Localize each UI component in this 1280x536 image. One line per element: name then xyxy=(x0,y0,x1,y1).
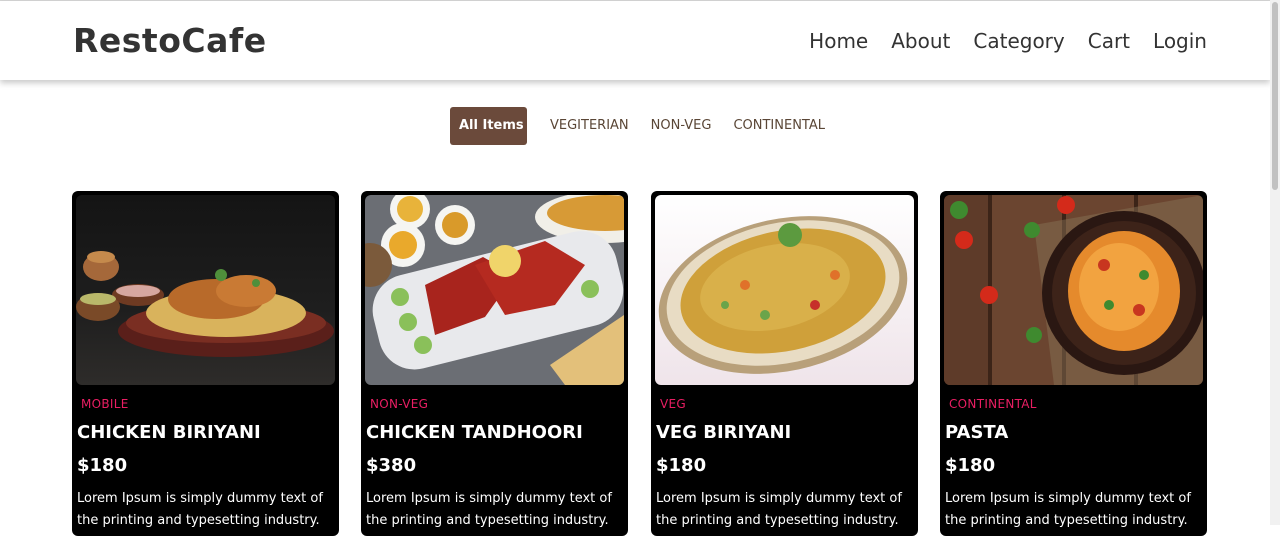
card-category-label: CONTINENTAL xyxy=(949,397,1037,411)
card-description: Lorem Ipsum is simply dummy text of the … xyxy=(945,491,1191,528)
card-price: $180 xyxy=(945,455,996,476)
card-category-label: VEG xyxy=(660,397,686,411)
page-scrollbar[interactable] xyxy=(1270,0,1280,525)
brand-logo[interactable]: RestoCafe xyxy=(73,21,267,60)
filter-vegiterian-button[interactable]: VEGITERIAN xyxy=(539,107,640,145)
veg-biriyani-image xyxy=(655,195,914,385)
pasta-image xyxy=(944,195,1203,385)
filter-continental-button[interactable]: CONTINENTAL xyxy=(722,107,836,145)
site-header: RestoCafe Home About Category Cart Login xyxy=(0,1,1270,80)
card-title: CHICKEN TANDHOORI xyxy=(366,422,583,443)
card-description: Lorem Ipsum is simply dummy text of the … xyxy=(77,491,323,528)
card-description: Lorem Ipsum is simply dummy text of the … xyxy=(656,491,902,528)
main-nav: Home About Category Cart Login xyxy=(809,29,1207,53)
menu-card[interactable]: VEG VEG BIRIYANI $180 Lorem Ipsum is sim… xyxy=(651,191,918,536)
filter-all-items-button[interactable]: All Items xyxy=(450,107,527,145)
nav-category-link[interactable]: Category xyxy=(973,29,1064,53)
card-title: CHICKEN BIRIYANI xyxy=(77,422,261,443)
chicken-tandhoori-image xyxy=(365,195,624,385)
nav-login-link[interactable]: Login xyxy=(1153,29,1207,53)
card-price: $180 xyxy=(656,455,707,476)
scrollbar-thumb[interactable] xyxy=(1272,2,1278,190)
card-price: $380 xyxy=(366,455,417,476)
menu-card[interactable]: CONTINENTAL PASTA $180 Lorem Ipsum is si… xyxy=(940,191,1207,536)
chicken-biriyani-image xyxy=(76,195,335,385)
nav-cart-link[interactable]: Cart xyxy=(1088,29,1130,53)
menu-card[interactable]: MOBILE CHICKEN BIRIYANI $180 Lorem Ipsum… xyxy=(72,191,339,536)
card-category-label: MOBILE xyxy=(81,397,129,411)
card-title: PASTA xyxy=(945,422,1009,443)
card-price: $180 xyxy=(77,455,128,476)
card-category-label: NON-VEG xyxy=(370,397,429,411)
category-filters: All Items VEGITERIAN NON-VEG CONTINENTAL xyxy=(450,107,836,145)
card-title: VEG BIRIYANI xyxy=(656,422,792,443)
nav-about-link[interactable]: About xyxy=(891,29,950,53)
card-description: Lorem Ipsum is simply dummy text of the … xyxy=(366,491,612,528)
nav-home-link[interactable]: Home xyxy=(809,29,868,53)
menu-card[interactable]: NON-VEG CHICKEN TANDHOORI $380 Lorem Ips… xyxy=(361,191,628,536)
filter-non-veg-button[interactable]: NON-VEG xyxy=(640,107,723,145)
